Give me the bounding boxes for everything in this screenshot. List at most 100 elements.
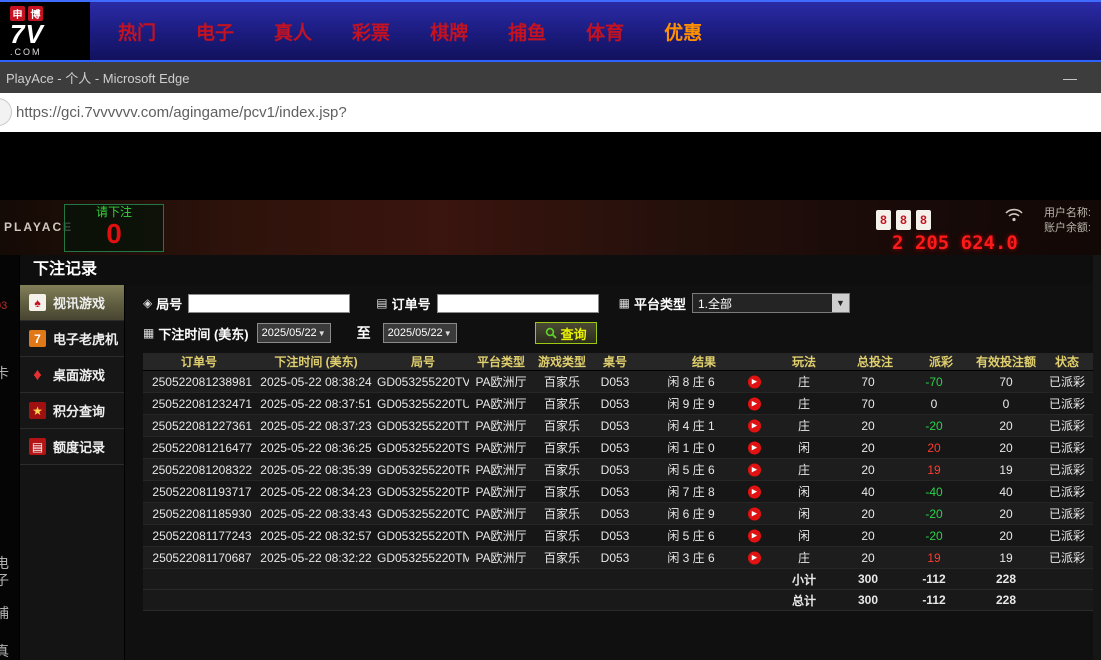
minimize-button[interactable]: — (1057, 70, 1083, 86)
diamond-icon: ♦ (29, 366, 46, 383)
cell-time: 2025-05-22 08:38:24 (255, 371, 377, 393)
sidebar-item-slot-machines[interactable]: 7 电子老虎机 (20, 321, 124, 357)
replay-play-button[interactable]: ▶ (748, 441, 761, 454)
cell-result: 闲 4 庄 1 (667, 419, 714, 433)
cell-result: 闲 9 庄 9 (667, 397, 714, 411)
sidebar-item-live-games[interactable]: ♠ 视讯游戏 (20, 285, 124, 321)
cell-table: D053 (591, 437, 639, 459)
cell-valid: 20 (971, 525, 1041, 547)
cell-total: 20 (839, 459, 911, 481)
scrollbar-track[interactable] (1093, 255, 1101, 660)
records-body: 250522081238981 2025-05-22 08:38:24 GD05… (143, 371, 1093, 569)
order-number-input[interactable] (437, 294, 599, 313)
address-bar[interactable]: https://gci.7vvvvvv.com/agingame/pcv1/in… (0, 93, 1101, 132)
nav-item-slots[interactable]: 电子 (196, 18, 234, 45)
table-row: 250522081185930 2025-05-22 08:33:43 GD05… (143, 503, 1093, 525)
round-number-icon: ◈ (143, 296, 152, 310)
cell-platform: PA欧洲厅 (469, 481, 533, 503)
cell-game: 百家乐 (533, 459, 591, 481)
round-number-input[interactable] (188, 294, 350, 313)
logo-text: 7V (10, 21, 84, 47)
cell-round: GD053255220TO (377, 503, 469, 525)
replay-play-button[interactable]: ▶ (748, 551, 761, 564)
cell-time: 2025-05-22 08:32:57 (255, 525, 377, 547)
header-valid: 有效投注额 (971, 353, 1041, 371)
date-from-select[interactable]: 2025/05/22 ▼ (257, 323, 331, 343)
cell-time: 2025-05-22 08:37:51 (255, 393, 377, 415)
replay-play-button[interactable]: ▶ (748, 507, 761, 520)
sidebar-item-table-games[interactable]: ♦ 桌面游戏 (20, 357, 124, 393)
subtotal-total-bet: 300 (839, 569, 911, 590)
cell-platform: PA欧洲厅 (469, 393, 533, 415)
bg-fragment: 电子 (0, 555, 17, 589)
records-sidebar: ♠ 视讯游戏 7 电子老虎机 ♦ 桌面游戏 ★ 积分查询 ▤ 额度记录 (20, 285, 125, 660)
replay-play-button[interactable]: ▶ (748, 485, 761, 498)
cell-round: GD053255220TS (377, 437, 469, 459)
search-button-label: 查询 (561, 324, 587, 343)
chevron-down-icon: ▼ (832, 294, 849, 312)
cell-valid: 20 (971, 437, 1041, 459)
cell-time: 2025-05-22 08:34:23 (255, 481, 377, 503)
sidebar-item-credit-records[interactable]: ▤ 额度记录 (20, 429, 124, 465)
search-button[interactable]: 查询 (535, 322, 597, 344)
cell-time: 2025-05-22 08:35:39 (255, 459, 377, 481)
replay-play-button[interactable]: ▶ (748, 463, 761, 476)
site-logo[interactable]: 申 博 7V .COM (0, 2, 90, 60)
date-to-select[interactable]: 2025/05/22 ▼ (383, 323, 457, 343)
cell-result: 闲 7 庄 8 (667, 485, 714, 499)
cell-table: D053 (591, 547, 639, 569)
cell-order: 250522081177243 (143, 525, 255, 547)
main-menu: 热门 电子 真人 彩票 棋牌 捕鱼 体育 优惠 (118, 18, 702, 45)
top-nav: 申 博 7V .COM 热门 电子 真人 彩票 棋牌 捕鱼 体育 优惠 (0, 0, 1101, 62)
nav-item-fishing[interactable]: 捕鱼 (508, 18, 546, 45)
cell-total: 20 (839, 547, 911, 569)
nav-item-cards[interactable]: 棋牌 (430, 18, 468, 45)
cell-table: D053 (591, 481, 639, 503)
platform-type-select[interactable]: 1.全部 ▼ (692, 293, 850, 313)
bg-fragment: 捕 (0, 603, 17, 623)
nav-item-promo[interactable]: 优惠 (664, 18, 702, 45)
cell-payout: -70 (925, 375, 942, 389)
cell-valid: 40 (971, 481, 1041, 503)
platform-selected-value: 1.全部 (693, 295, 832, 312)
cell-play: 庄 (769, 393, 839, 415)
cell-table: D053 (591, 503, 639, 525)
chevron-down-icon: ▼ (318, 329, 326, 338)
nav-item-live[interactable]: 真人 (274, 18, 312, 45)
records-content: ◈ 局号 ▤ 订单号 ▦ 平台类型 (125, 285, 1093, 660)
cell-total: 20 (839, 503, 911, 525)
cell-payout: -40 (925, 485, 942, 499)
url-text[interactable]: https://gci.7vvvvvv.com/agingame/pcv1/in… (16, 104, 347, 121)
replay-play-button[interactable]: ▶ (748, 397, 761, 410)
sidebar-item-points-query[interactable]: ★ 积分查询 (20, 393, 124, 429)
date-from-value: 2025/05/22 (262, 327, 317, 339)
cell-result: 闲 6 庄 9 (667, 507, 714, 521)
cell-order: 250522081232471 (143, 393, 255, 415)
cell-platform: PA欧洲厅 (469, 371, 533, 393)
cell-payout: 19 (927, 463, 940, 477)
cell-platform: PA欧洲厅 (469, 525, 533, 547)
modal-title: 下注记录 (20, 255, 1093, 285)
cell-time: 2025-05-22 08:36:25 (255, 437, 377, 459)
replay-play-button[interactable]: ▶ (748, 375, 761, 388)
chevron-down-icon: ▼ (444, 329, 452, 338)
table-row: 250522081227361 2025-05-22 08:37:23 GD05… (143, 415, 1093, 437)
cell-platform: PA欧洲厅 (469, 547, 533, 569)
bet-box: 请下注 0 (64, 204, 164, 252)
cell-order: 250522081193717 (143, 481, 255, 503)
table-row: 250522081193717 2025-05-22 08:34:23 GD05… (143, 481, 1093, 503)
cell-result: 闲 8 庄 6 (667, 375, 714, 389)
nav-item-lottery[interactable]: 彩票 (352, 18, 390, 45)
back-button-icon[interactable] (0, 98, 12, 126)
header-round: 局号 (377, 353, 469, 371)
nav-item-sports[interactable]: 体育 (586, 18, 624, 45)
page-background (0, 132, 1101, 200)
nav-item-hot[interactable]: 热门 (118, 18, 156, 45)
cell-platform: PA欧洲厅 (469, 415, 533, 437)
cell-table: D053 (591, 371, 639, 393)
cell-play: 庄 (769, 459, 839, 481)
cell-valid: 19 (971, 459, 1041, 481)
replay-play-button[interactable]: ▶ (748, 529, 761, 542)
replay-play-button[interactable]: ▶ (748, 419, 761, 432)
cell-payout: 0 (931, 397, 938, 411)
